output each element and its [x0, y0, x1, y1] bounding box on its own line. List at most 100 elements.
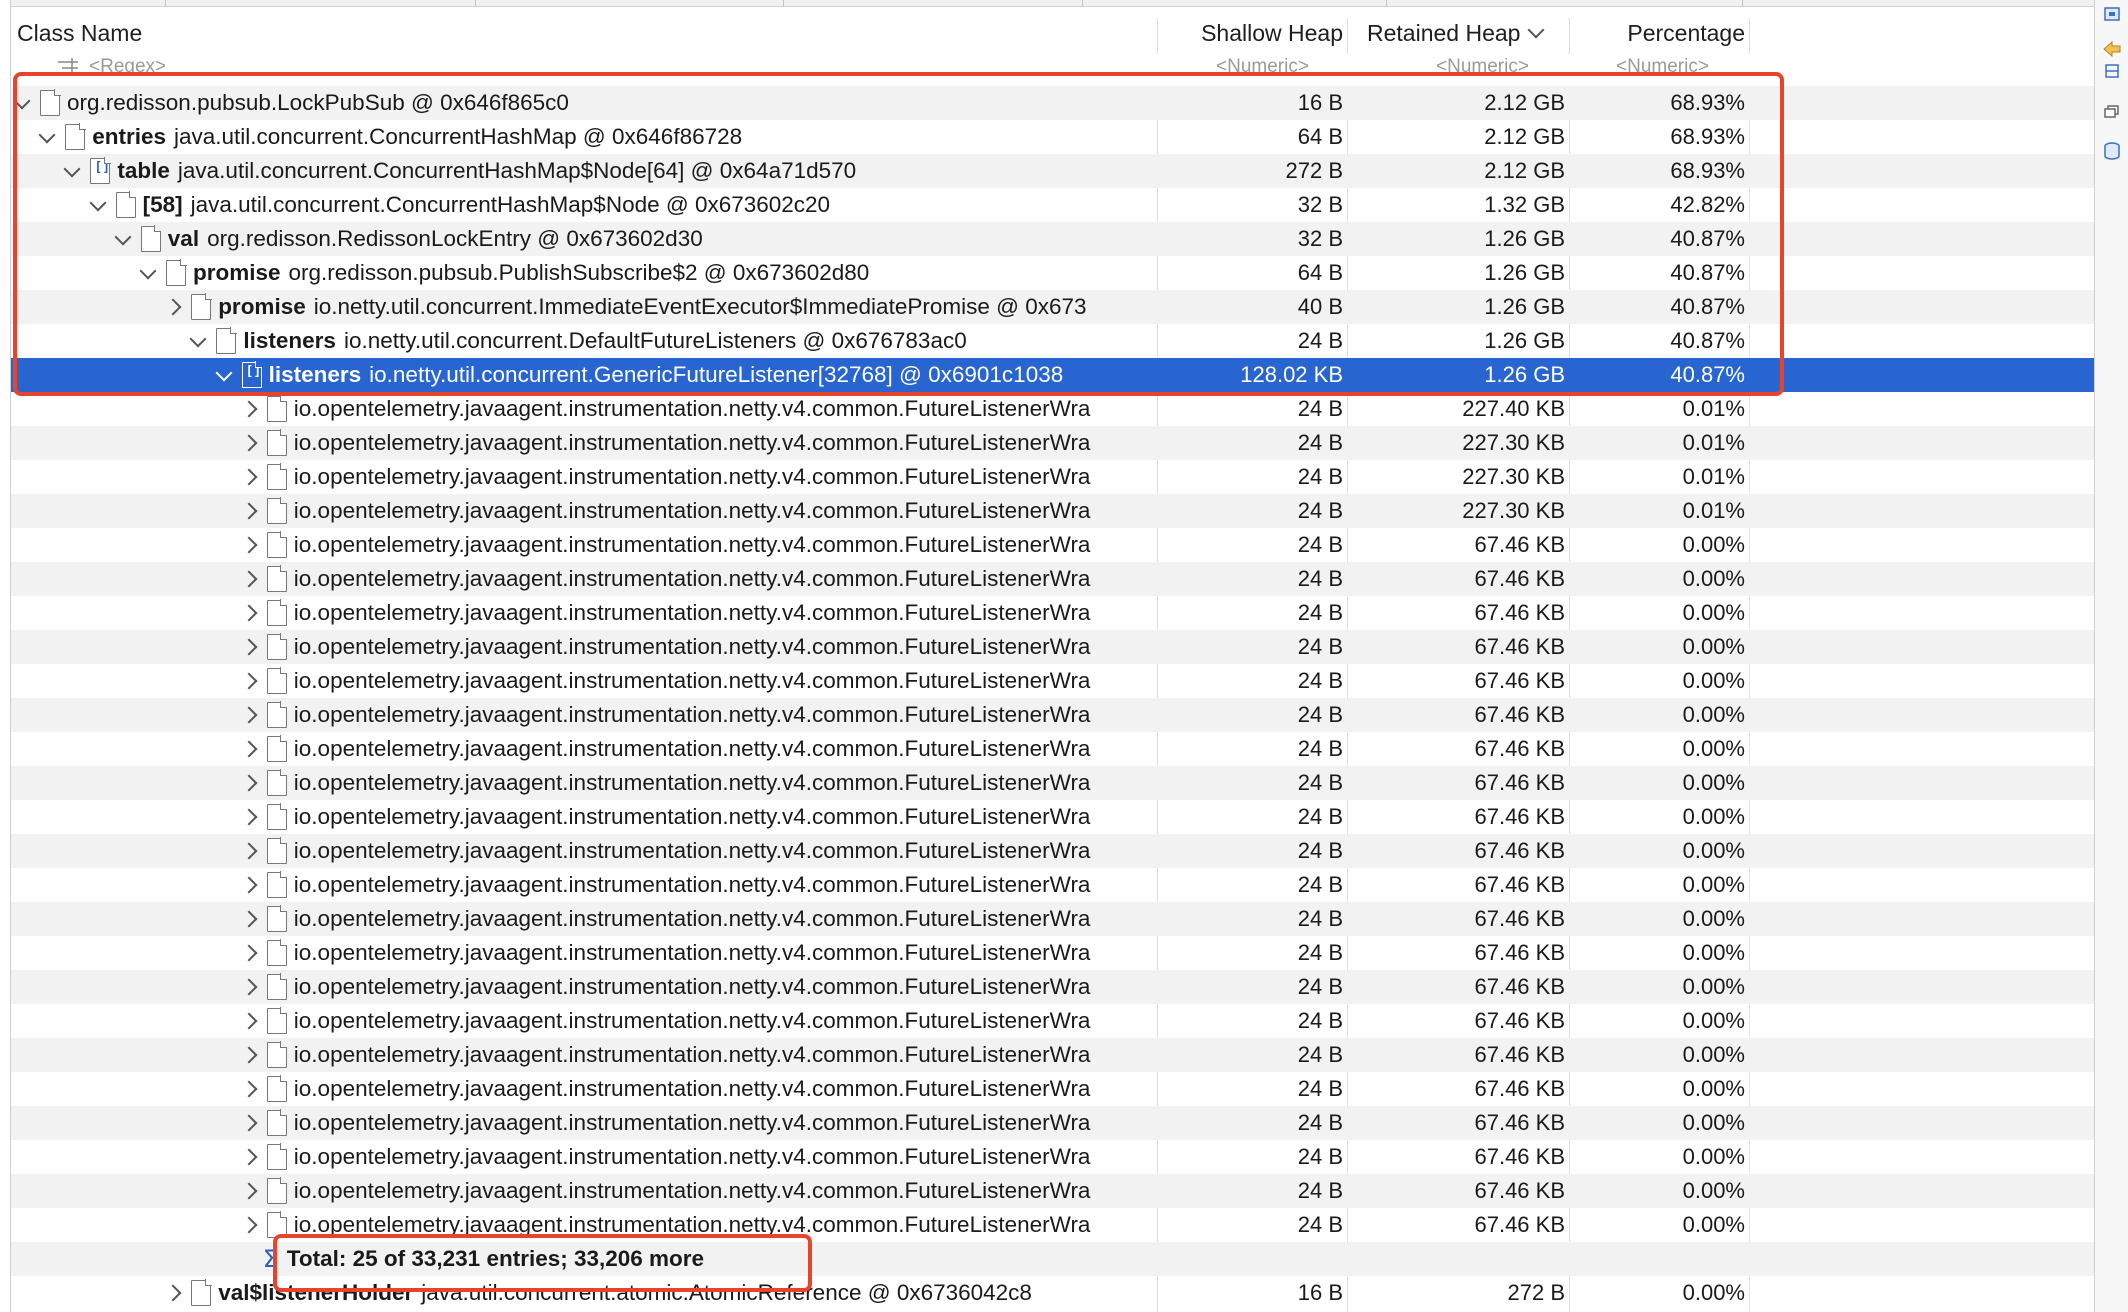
chevron-icon[interactable]: [164, 298, 182, 316]
chevron-icon[interactable]: [240, 740, 258, 758]
chevron-icon[interactable]: [240, 1114, 258, 1132]
chevron-icon[interactable]: [240, 434, 258, 452]
chevron-icon[interactable]: [189, 330, 207, 348]
table-row[interactable]: io.opentelemetry.javaagent.instrumentati…: [11, 528, 2094, 562]
column-header-class-name[interactable]: Class Name: [17, 8, 142, 58]
toolbar-icon[interactable]: [2101, 100, 2123, 122]
table-row[interactable]: io.opentelemetry.javaagent.instrumentati…: [11, 1038, 2094, 1072]
table-row[interactable]: io.opentelemetry.javaagent.instrumentati…: [11, 732, 2094, 766]
shallow-heap-filter-input[interactable]: <Numeric>: [1216, 58, 1309, 76]
chevron-icon[interactable]: [240, 876, 258, 894]
total-entries-row[interactable]: Σ Total: 25 of 33,231 entries; 33,206 mor…: [11, 1242, 2094, 1276]
class-name-cell: io.opentelemetry.javaagent.instrumentati…: [11, 630, 1157, 664]
chevron-icon[interactable]: [63, 160, 81, 178]
chevron-icon[interactable]: [240, 604, 258, 622]
table-row[interactable]: io.opentelemetry.javaagent.instrumentati…: [11, 834, 2094, 868]
table-row[interactable]: promise org.redisson.pubsub.PublishSubscr…: [11, 256, 2094, 290]
column-header-shallow-heap[interactable]: Shallow Heap: [1161, 8, 1343, 58]
table-row[interactable]: io.opentelemetry.javaagent.instrumentati…: [11, 970, 2094, 1004]
chevron-icon[interactable]: [240, 502, 258, 520]
table-row[interactable]: io.opentelemetry.javaagent.instrumentati…: [11, 936, 2094, 970]
chevron-icon[interactable]: [240, 1080, 258, 1098]
table-row[interactable]: io.opentelemetry.javaagent.instrumentati…: [11, 562, 2094, 596]
chevron-icon[interactable]: [240, 978, 258, 996]
column-header-retained-heap[interactable]: Retained Heap: [1367, 8, 1545, 58]
table-row[interactable]: org.redisson.pubsub.LockPubSub @ 0x646f8…: [11, 86, 2094, 120]
table-row[interactable]: entries java.util.concurrent.ConcurrentHa…: [11, 120, 2094, 154]
table-row[interactable]: io.opentelemetry.javaagent.instrumentati…: [11, 868, 2094, 902]
chevron-icon[interactable]: [89, 194, 107, 212]
object-label: io.opentelemetry.javaagent.instrumentati…: [294, 562, 1091, 596]
chevron-icon[interactable]: [240, 638, 258, 656]
chevron-icon[interactable]: [240, 1148, 258, 1166]
chevron-icon[interactable]: [240, 944, 258, 962]
chevron-icon[interactable]: [38, 126, 56, 144]
chevron-icon[interactable]: [114, 228, 132, 246]
chevron-icon[interactable]: [240, 1046, 258, 1064]
chevron-icon[interactable]: [240, 570, 258, 588]
table-row[interactable]: io.opentelemetry.javaagent.instrumentati…: [11, 494, 2094, 528]
object-label: io.opentelemetry.javaagent.instrumentati…: [294, 1106, 1091, 1140]
chevron-icon[interactable]: [164, 1284, 182, 1302]
table-row[interactable]: io.opentelemetry.javaagent.instrumentati…: [11, 1208, 2094, 1242]
table-row[interactable]: io.opentelemetry.javaagent.instrumentati…: [11, 664, 2094, 698]
table-row[interactable]: table java.util.concurrent.ConcurrentHash…: [11, 154, 2094, 188]
column-separator[interactable]: [1749, 18, 1750, 54]
chevron-icon[interactable]: [240, 1182, 258, 1200]
chevron-icon[interactable]: [240, 672, 258, 690]
chevron-icon[interactable]: [240, 706, 258, 724]
chevron-icon[interactable]: [240, 1216, 258, 1234]
table-row[interactable]: io.opentelemetry.javaagent.instrumentati…: [11, 392, 2094, 426]
chevron-down-icon: [1527, 21, 1545, 39]
table-row[interactable]: io.opentelemetry.javaagent.instrumentati…: [11, 1072, 2094, 1106]
table-row[interactable]: io.opentelemetry.javaagent.instrumentati…: [11, 1106, 2094, 1140]
toolbar-icon[interactable]: [2101, 60, 2123, 82]
chevron-icon[interactable]: [240, 400, 258, 418]
table-row[interactable]: io.opentelemetry.javaagent.instrumentati…: [11, 426, 2094, 460]
database-icon[interactable]: [2101, 140, 2123, 162]
object-label: listeners io.netty.util.concurrent.Generi…: [269, 358, 1064, 392]
table-row[interactable]: [58] java.util.concurrent.ConcurrentHashM…: [11, 188, 2094, 222]
object-label: [58] java.util.concurrent.ConcurrentHashM…: [143, 188, 830, 222]
chevron-icon[interactable]: [240, 774, 258, 792]
table-row[interactable]: io.opentelemetry.javaagent.instrumentati…: [11, 902, 2094, 936]
table-row[interactable]: io.opentelemetry.javaagent.instrumentati…: [11, 460, 2094, 494]
class-name-filter-input[interactable]: <Regex>: [89, 58, 166, 76]
table-row[interactable]: val org.redisson.RedissonLockEntry @ 0x67…: [11, 222, 2094, 256]
table-row[interactable]: listeners io.netty.util.concurrent.Generi…: [11, 358, 2094, 392]
table-row[interactable]: promise io.netty.util.concurrent.Immediat…: [11, 290, 2094, 324]
table-row[interactable]: val$listenerHolder java.util.concurrent.a…: [11, 1276, 2094, 1310]
shallow-heap-cell: 24 B: [1297, 940, 1343, 965]
class-name-cell: io.opentelemetry.javaagent.instrumentati…: [11, 902, 1157, 936]
table-row[interactable]: io.opentelemetry.javaagent.instrumentati…: [11, 1004, 2094, 1038]
chevron-icon[interactable]: [240, 842, 258, 860]
chevron-icon[interactable]: [139, 262, 157, 280]
chevron-icon[interactable]: [240, 468, 258, 486]
toolbar-icon[interactable]: [2101, 4, 2123, 26]
column-separator[interactable]: [1347, 18, 1348, 54]
chevron-icon[interactable]: [240, 1012, 258, 1030]
table-row[interactable]: io.opentelemetry.javaagent.instrumentati…: [11, 766, 2094, 800]
chevron-icon[interactable]: [240, 910, 258, 928]
document-icon: [266, 905, 288, 932]
chevron-icon[interactable]: [13, 92, 31, 110]
retained-heap-filter-input[interactable]: <Numeric>: [1436, 58, 1529, 76]
column-header-percentage[interactable]: Percentage: [1573, 8, 1745, 58]
column-separator[interactable]: [1569, 18, 1570, 54]
chevron-icon[interactable]: [240, 808, 258, 826]
table-row[interactable]: listeners io.netty.util.concurrent.Defaul…: [11, 324, 2094, 358]
column-separator[interactable]: [1157, 18, 1158, 54]
table-row[interactable]: io.opentelemetry.javaagent.instrumentati…: [11, 1140, 2094, 1174]
chevron-icon[interactable]: [215, 364, 233, 382]
percentage-filter-input[interactable]: <Numeric>: [1616, 58, 1709, 76]
percentage-cell: 0.00%: [1682, 1042, 1745, 1067]
chevron-icon[interactable]: [240, 536, 258, 554]
object-type: io.opentelemetry.javaagent.instrumentati…: [293, 1076, 1091, 1101]
table-row[interactable]: io.opentelemetry.javaagent.instrumentati…: [11, 1174, 2094, 1208]
toolbar-icon[interactable]: [2101, 38, 2123, 60]
table-row[interactable]: io.opentelemetry.javaagent.instrumentati…: [11, 800, 2094, 834]
table-row[interactable]: io.opentelemetry.javaagent.instrumentati…: [11, 630, 2094, 664]
table-row[interactable]: io.opentelemetry.javaagent.instrumentati…: [11, 596, 2094, 630]
object-type: io.netty.util.concurrent.GenericFutureLi…: [369, 362, 1064, 387]
table-row[interactable]: io.opentelemetry.javaagent.instrumentati…: [11, 698, 2094, 732]
